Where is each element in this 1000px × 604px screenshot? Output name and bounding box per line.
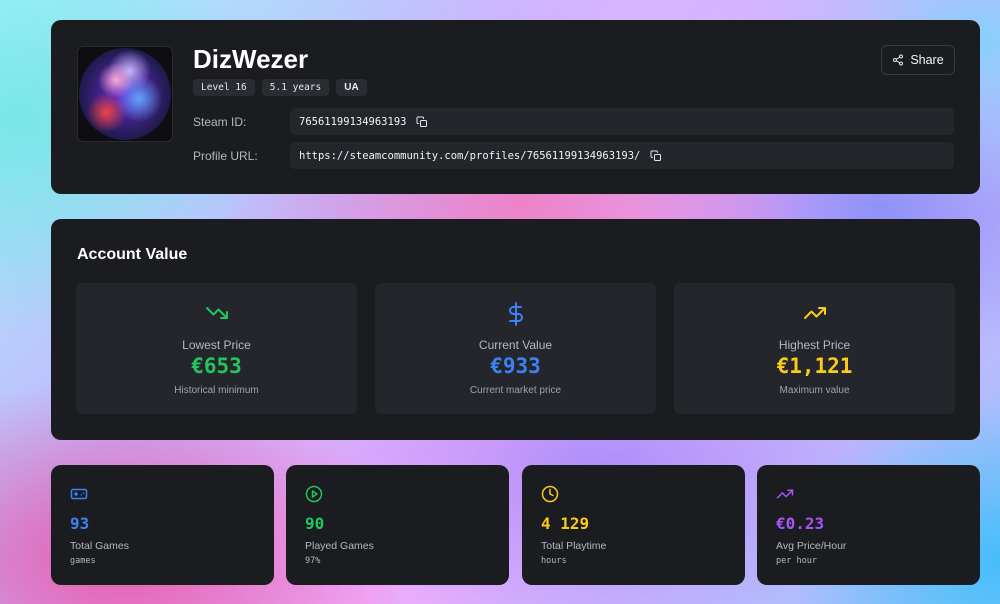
value-subtitle: Historical minimum (174, 385, 259, 396)
stat-value: 4 129 (541, 514, 590, 533)
stat-label: Avg Price/Hour (776, 540, 847, 552)
value-subtitle: Current market price (469, 385, 562, 396)
value-subtitle: Maximum value (779, 385, 850, 396)
trending-up-icon (776, 485, 794, 508)
value-amount: €1,121 (776, 354, 853, 378)
stat-subtitle: hours (541, 556, 567, 566)
section-title: Account Value (77, 246, 188, 263)
stat-value: 90 (305, 514, 325, 533)
value-amount: €653 (191, 354, 242, 378)
share-button[interactable]: Share (881, 45, 955, 75)
stat-label: Total Games (70, 540, 129, 552)
profile-badges: Level 16 5.1 years UA (193, 79, 367, 96)
profile-url-row: Profile URL: https://steamcommunity.com/… (193, 142, 954, 169)
share-icon (892, 54, 904, 66)
profile-card: DizWezer Level 16 5.1 years UA Share Ste… (51, 20, 980, 194)
highest-price-card: Highest Price €1,121 Maximum value (674, 283, 955, 414)
stat-value: 93 (70, 514, 90, 533)
country-badge: UA (336, 79, 367, 96)
stat-subtitle: per hour (776, 556, 817, 566)
play-circle-icon (305, 485, 323, 508)
copy-icon[interactable] (650, 150, 662, 162)
stat-card-played-games: 90 Played Games 97% (286, 465, 509, 585)
profile-name: DizWezer (193, 44, 309, 74)
value-amount: €933 (490, 354, 541, 378)
steam-id-label: Steam ID: (193, 114, 247, 129)
stat-card-avg-price-hour: €0.23 Avg Price/Hour per hour (757, 465, 980, 585)
value-label: Current Value (478, 338, 553, 352)
current-value-card: Current Value €933 Current market price (375, 283, 656, 414)
stat-label: Played Games (305, 540, 374, 552)
trending-down-icon (76, 301, 357, 327)
profile-url-label: Profile URL: (193, 148, 258, 163)
share-label: Share (910, 53, 944, 67)
dollar-sign-icon (375, 301, 656, 327)
level-badge: Level 16 (193, 79, 255, 96)
avatar (77, 46, 173, 142)
stat-label: Total Playtime (541, 540, 607, 552)
value-label: Lowest Price (182, 338, 251, 352)
lowest-price-card: Lowest Price €653 Historical minimum (76, 283, 357, 414)
account-value-card: Account Value Lowest Price €653 Historic… (51, 219, 980, 440)
stat-card-total-playtime: 4 129 Total Playtime hours (522, 465, 745, 585)
account-age-badge: 5.1 years (261, 79, 330, 96)
stat-subtitle: 97% (305, 556, 321, 566)
gamepad-icon (70, 485, 88, 508)
steam-id-field: 76561199134963193 (290, 108, 954, 135)
copy-icon[interactable] (416, 116, 428, 128)
clock-icon (541, 485, 559, 508)
steam-id-value: 76561199134963193 (299, 115, 407, 128)
avatar-image (79, 48, 171, 140)
profile-url-value[interactable]: https://steamcommunity.com/profiles/7656… (299, 150, 640, 162)
steam-id-row: Steam ID: 76561199134963193 (193, 108, 954, 135)
value-label: Highest Price (778, 338, 851, 352)
stat-value: €0.23 (776, 514, 825, 533)
trending-up-icon (674, 301, 955, 327)
profile-url-field: https://steamcommunity.com/profiles/7656… (290, 142, 954, 169)
stat-card-total-games: 93 Total Games games (51, 465, 274, 585)
stat-subtitle: games (70, 556, 96, 566)
